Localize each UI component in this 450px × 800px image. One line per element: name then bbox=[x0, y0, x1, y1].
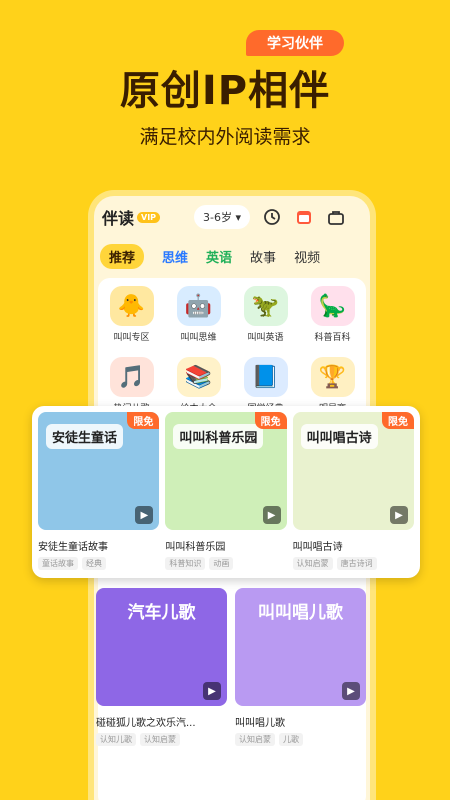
tab-4[interactable]: 视频 bbox=[294, 247, 320, 266]
featured-card[interactable]: 安徒生童话 限免 ▶ 安徒生童话故事 童话故事 经典 bbox=[38, 412, 160, 572]
category-label: 叫叫英语 bbox=[247, 333, 284, 343]
course-thumbnail: 叫叫唱儿歌 ▶ bbox=[235, 588, 366, 706]
bag-icon[interactable] bbox=[326, 207, 346, 227]
category-item[interactable]: 🦕 科普百科 bbox=[299, 286, 366, 343]
promo-subline: 满足校内外阅读需求 bbox=[139, 126, 311, 148]
course-card[interactable]: 汽车儿歌 ▶ 碰碰狐儿歌之欢乐汽... 认知儿歌 认知启蒙 bbox=[96, 588, 227, 746]
tag: 唐古诗词 bbox=[336, 557, 377, 570]
featured-title: 叫叫唱古诗 bbox=[292, 542, 343, 553]
tag-list: 认知启蒙 唐古诗词 bbox=[292, 557, 414, 570]
course-title: 碰碰狐儿歌之欢乐汽... bbox=[96, 718, 196, 729]
category-icon: 🤖 bbox=[176, 286, 221, 326]
age-select[interactable]: 3-6岁 ▾ bbox=[194, 205, 251, 229]
course-thumbnail: 汽车儿歌 ▶ bbox=[96, 588, 227, 706]
tag: 儿歌 bbox=[279, 733, 303, 746]
featured-thumbnail: 叫叫唱古诗 限免 ▶ bbox=[292, 412, 414, 530]
tag-list: 认知儿歌 认知启蒙 bbox=[96, 733, 227, 746]
tab-2[interactable]: 英语 bbox=[206, 247, 232, 266]
category-icon: 🐥 bbox=[109, 286, 154, 326]
featured-thumbnail: 安徒生童话 限免 ▶ bbox=[38, 412, 160, 530]
play-icon[interactable]: ▶ bbox=[203, 682, 221, 700]
thumbnail-title: 叫叫唱古诗 bbox=[300, 424, 378, 449]
calendar-icon[interactable] bbox=[294, 207, 314, 227]
free-badge: 限免 bbox=[127, 412, 160, 429]
tab-1[interactable]: 思维 bbox=[162, 247, 188, 266]
play-icon[interactable]: ▶ bbox=[262, 506, 281, 524]
category-label: 叫叫思维 bbox=[180, 333, 217, 343]
play-icon[interactable]: ▶ bbox=[389, 506, 408, 524]
course-card[interactable]: 叫叫唱儿歌 ▶ 叫叫唱儿歌认知启蒙 儿歌 bbox=[235, 588, 366, 746]
tag: 童话故事 bbox=[38, 557, 78, 570]
tag-list: 童话故事 经典 bbox=[38, 557, 159, 570]
app-header: 伴读 VIP 3-6岁 ▾ bbox=[94, 196, 370, 238]
tab-3[interactable]: 故事 bbox=[250, 247, 276, 266]
category-icon: 🎵 bbox=[109, 357, 154, 397]
category-grid: 🐥叫叫专区🤖叫叫思维🦖叫叫英语🦕科普百科🎵热门儿歌📚绘本大全📘国学经典🏆明星赛 bbox=[98, 278, 366, 414]
tag: 经典 bbox=[82, 557, 106, 570]
tag: 动画 bbox=[209, 557, 234, 570]
thumbnail-title: 安徒生童话 bbox=[46, 424, 124, 449]
tag: 认知启蒙 bbox=[235, 733, 275, 746]
category-icon: 📚 bbox=[176, 357, 221, 397]
category-item[interactable]: 🐥 叫叫专区 bbox=[98, 286, 165, 343]
free-badge: 限免 bbox=[381, 412, 414, 429]
thumbnail-title: 汽车儿歌 bbox=[127, 603, 196, 623]
category-icon: 🏆 bbox=[310, 357, 355, 397]
featured-title: 叫叫科普乐园 bbox=[165, 542, 226, 553]
category-label: 叫叫专区 bbox=[113, 333, 150, 343]
app-title: 伴读 bbox=[102, 209, 135, 228]
promo-headline: 原创IP相伴 bbox=[119, 68, 331, 114]
category-item[interactable]: 🦖 叫叫英语 bbox=[232, 286, 299, 343]
vip-badge: VIP bbox=[137, 211, 161, 223]
category-icon: 🦕 bbox=[310, 286, 355, 326]
tag: 认知启蒙 bbox=[140, 733, 180, 746]
category-item[interactable]: 🤖 叫叫思维 bbox=[165, 286, 232, 343]
featured-title: 安徒生童话故事 bbox=[38, 542, 108, 553]
thumbnail-title: 叫叫科普乐园 bbox=[173, 424, 264, 449]
free-badge: 限免 bbox=[254, 412, 287, 429]
clock-icon[interactable] bbox=[262, 207, 282, 227]
featured-carousel: 安徒生童话 限免 ▶ 安徒生童话故事 童话故事 经典 叫叫科普乐园 限免 ▶ 叫叫科普乐园 科普知识… bbox=[32, 406, 420, 578]
category-tabs: 推荐 思维 英语 故事 视频 bbox=[94, 238, 370, 274]
featured-card[interactable]: 叫叫唱古诗 限免 ▶ 叫叫唱古诗 认知启蒙 唐古诗词 bbox=[292, 412, 414, 572]
featured-thumbnail: 叫叫科普乐园 限免 ▶ bbox=[165, 412, 287, 530]
tag: 认知启蒙 bbox=[292, 557, 333, 570]
tag-list: 科普知识 动画 bbox=[165, 557, 286, 570]
tag: 认知儿歌 bbox=[96, 733, 136, 746]
category-icon: 📘 bbox=[243, 357, 288, 397]
tag: 科普知识 bbox=[165, 557, 206, 570]
tag-list: 认知启蒙 儿歌 bbox=[235, 733, 366, 746]
play-icon[interactable]: ▶ bbox=[135, 506, 154, 524]
category-label: 科普百科 bbox=[314, 333, 351, 343]
category-icon: 🦖 bbox=[243, 286, 288, 326]
tab-0[interactable]: 推荐 bbox=[100, 243, 145, 269]
featured-card[interactable]: 叫叫科普乐园 限免 ▶ 叫叫科普乐园 科普知识 动画 bbox=[165, 412, 287, 572]
play-icon[interactable]: ▶ bbox=[342, 682, 360, 700]
promo-badge: 学习伙伴 bbox=[246, 30, 344, 56]
course-list: 汽车儿歌 ▶ 碰碰狐儿歌之欢乐汽... 认知儿歌 认知启蒙 叫叫唱儿歌 ▶ 叫叫唱儿歌 认知启蒙… bbox=[96, 588, 366, 746]
thumbnail-title: 叫叫唱儿歌 bbox=[258, 603, 343, 623]
course-title: 叫叫唱儿歌 bbox=[235, 718, 285, 729]
